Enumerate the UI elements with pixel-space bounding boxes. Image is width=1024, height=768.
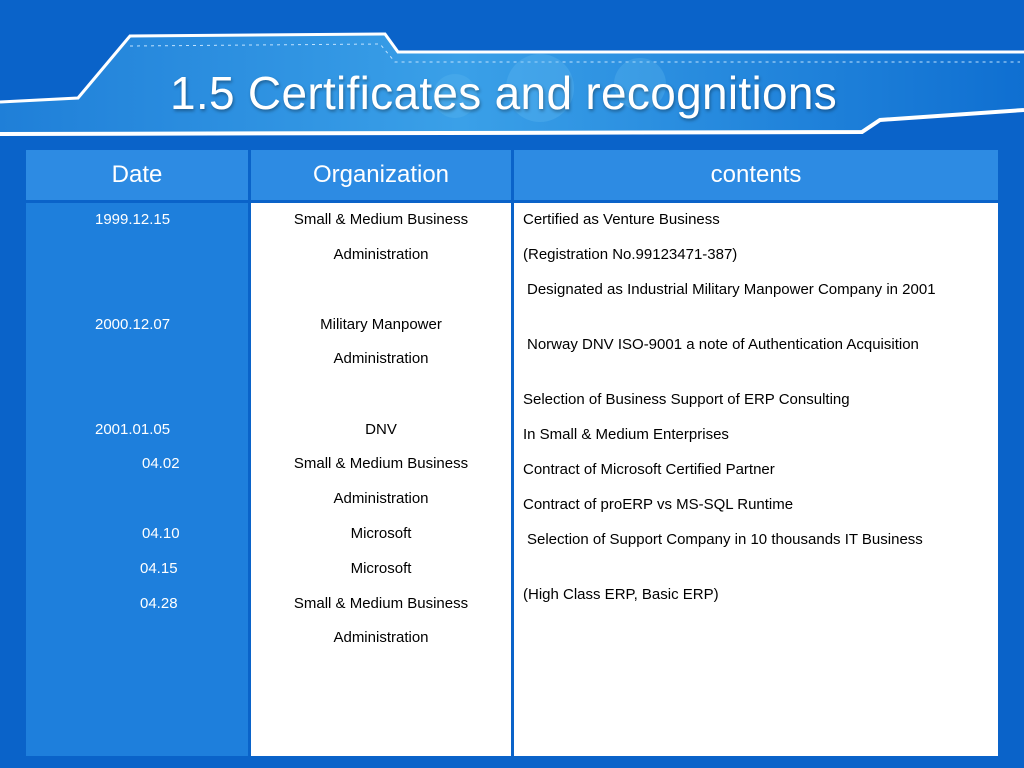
header-date: Date — [26, 150, 248, 200]
date-entry: 04.02 — [142, 455, 180, 472]
organization-entry: Administration — [333, 350, 429, 367]
slide-title: 1.5 Certificates and recognitions — [170, 67, 838, 119]
content-entry: Contract of proERP vs MS-SQL Runtime — [523, 496, 794, 513]
content-entry: Designated as Industrial Military Manpow… — [527, 281, 936, 298]
date-entry: 2000.12.07 — [95, 316, 171, 333]
header-divider — [26, 200, 998, 203]
content-entry: In Small & Medium Enterprises — [523, 426, 729, 443]
date-entry: 04.10 — [142, 525, 180, 542]
header-organization: Organization — [251, 150, 511, 200]
content-entry: (Registration No.99123471-387) — [523, 246, 738, 263]
content-entry: Certified as Venture Business — [523, 211, 720, 228]
organization-entry: Administration — [333, 490, 429, 507]
organization-entry: Small & Medium Business — [293, 595, 469, 612]
organization-entry: Small & Medium Business — [293, 455, 469, 472]
header-contents: contents — [514, 150, 998, 200]
organization-entry: Administration — [333, 629, 429, 646]
organization-entry: Administration — [333, 246, 429, 263]
date-entry: 1999.12.15 — [95, 211, 171, 228]
organization-column — [251, 150, 511, 756]
contents-column — [514, 150, 998, 756]
content-entry: (High Class ERP, Basic ERP) — [523, 586, 719, 603]
date-column — [26, 150, 248, 756]
content-entry: Selection of Business Support of ERP Con… — [523, 391, 850, 408]
date-entry: 2001.01.05 — [95, 421, 171, 438]
content-entry: Selection of Support Company in 10 thous… — [527, 531, 923, 548]
content-entry: Contract of Microsoft Certified Partner — [523, 461, 775, 478]
organization-entry: Military Manpower — [320, 316, 442, 333]
date-entry: 04.28 — [140, 595, 178, 612]
date-entry: 04.15 — [140, 560, 178, 577]
certificates-table: Date Organization contents 1999.12.15 20… — [26, 150, 998, 756]
title-band: 1.5 Certificates and recognitions — [0, 0, 1024, 150]
organization-entry: Small & Medium Business — [293, 211, 469, 228]
content-entry: Norway DNV ISO-9001 a note of Authentica… — [527, 336, 919, 353]
organization-entry: Microsoft — [350, 560, 412, 577]
organization-entry: Microsoft — [350, 525, 412, 542]
organization-entry: DNV — [365, 421, 397, 438]
